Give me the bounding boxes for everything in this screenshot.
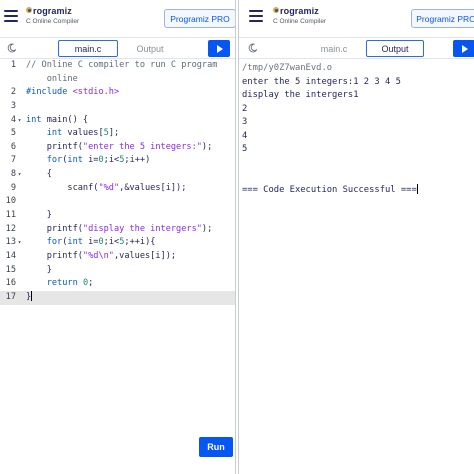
logo[interactable]: rogramiz C Online Compiler — [273, 6, 326, 25]
run-icon[interactable] — [453, 40, 474, 57]
brand-subtitle: C Online Compiler — [26, 18, 80, 25]
line-number: 11 — [5, 210, 16, 221]
output-line: === Code Execution Successful === — [242, 183, 418, 195]
code-line[interactable]: 11 } — [0, 209, 235, 223]
code-line[interactable]: 14 printf("%d\n",values[i]); — [0, 250, 235, 264]
tab-main-c[interactable]: main.c — [58, 40, 118, 57]
code-line[interactable]: 10 — [0, 195, 235, 209]
text-cursor — [31, 290, 33, 301]
code-line[interactable]: 15 } — [0, 264, 235, 278]
code-line[interactable]: 16 return 0; — [0, 277, 235, 291]
logo[interactable]: rogramiz C Online Compiler — [26, 6, 79, 25]
code-text: { — [26, 169, 52, 180]
line-number: 15 — [5, 264, 16, 275]
code-line[interactable]: 9 scanf("%d",&values[i]); — [0, 182, 235, 196]
line-number: 10 — [5, 196, 16, 207]
code-text: int values[5]; — [46, 128, 120, 139]
output-panel: rogramiz C Online Compiler Programiz PRO… — [238, 0, 474, 474]
line-number: 16 — [5, 278, 16, 289]
header: rogramiz C Online Compiler Programiz PRO — [0, 0, 235, 34]
line-number: 13 — [5, 237, 16, 248]
code-line[interactable]: 4 ▾ int main() { — [0, 114, 235, 128]
code-text: } — [26, 210, 52, 221]
code-text: printf("enter the 5 integers:"); — [26, 141, 213, 152]
output-line: 5 — [242, 144, 248, 154]
code-text: for(int i=0;i<5;++i){ — [46, 237, 156, 248]
output-line: enter the 5 integers:1 2 3 4 5 — [242, 76, 401, 87]
line-number: 17 — [5, 291, 16, 302]
fold-chevron-icon[interactable]: ▾ — [16, 236, 23, 250]
code-line[interactable]: 7 for(int i=0;i<5;i++) — [0, 154, 235, 168]
code-text: } — [26, 290, 33, 302]
line-number: 8 — [10, 169, 16, 180]
editor-toolbar: main.c Output — [0, 37, 235, 59]
line-number: 12 — [5, 223, 16, 234]
code-text: return 0; — [46, 278, 94, 289]
output-line: display the intergers1 — [242, 90, 359, 100]
output-line: /tmp/y0Z7wanEvd.o — [242, 63, 333, 73]
code-line[interactable]: 13 ▾ for(int i=0;i<5;++i){ — [0, 236, 235, 250]
line-number: 2 — [10, 87, 16, 98]
code-text: } — [26, 264, 52, 275]
code-text: printf("%d\n",values[i]); — [26, 250, 177, 261]
code-line[interactable]: online — [0, 73, 235, 87]
output-line: 4 — [242, 130, 248, 141]
code-text: for(int i=0;i<5;i++) — [46, 155, 151, 166]
code-line[interactable]: 12 printf("display the intergers"); — [0, 223, 235, 237]
output-toolbar: main.c Output — [239, 37, 474, 59]
output-line: 2 — [242, 103, 248, 114]
code-line[interactable]: 1 // Online C compiler to run C program — [0, 59, 235, 73]
line-number: 7 — [10, 155, 16, 166]
line-number: 6 — [10, 141, 16, 152]
code-editor[interactable]: 1 // Online C compiler to run C program o… — [0, 59, 235, 474]
menu-icon[interactable] — [249, 10, 263, 22]
code-line[interactable]: 6 printf("enter the 5 integers:"); — [0, 141, 235, 155]
tab-output[interactable]: Output — [122, 40, 178, 57]
programiz-pro-button[interactable]: Programiz PRO — [164, 9, 235, 28]
run-button[interactable]: Run — [199, 437, 233, 457]
programiz-logo-icon — [273, 7, 279, 15]
line-number: 5 — [10, 128, 16, 139]
line-number: 14 — [5, 250, 16, 261]
code-line[interactable]: 3 — [0, 100, 235, 114]
line-number: 3 — [10, 100, 16, 111]
line-number: 4 — [10, 114, 16, 125]
tab-main-c[interactable]: main.c — [305, 40, 363, 57]
code-line[interactable]: 17} — [0, 290, 235, 305]
menu-icon[interactable] — [4, 10, 18, 22]
output-console: /tmp/y0Z7wanEvd.o enter the 5 integers:1 … — [242, 62, 474, 197]
fold-chevron-icon[interactable]: ▾ — [16, 114, 23, 128]
brand-name: rogramiz — [33, 6, 72, 16]
programiz-logo-icon — [26, 7, 32, 15]
fold-chevron-icon[interactable]: ▾ — [16, 168, 23, 182]
code-text: // Online C compiler to run C program — [26, 60, 218, 70]
code-text: #include <stdio.h> — [26, 87, 120, 98]
dark-mode-icon[interactable] — [248, 43, 258, 53]
code-line[interactable]: 2 #include <stdio.h> — [0, 86, 235, 100]
line-number: 9 — [10, 182, 16, 193]
code-line[interactable]: 8 ▾ { — [0, 168, 235, 182]
header: rogramiz C Online Compiler Programiz PRO — [239, 0, 474, 34]
code-text: scanf("%d",&values[i]); — [26, 182, 187, 193]
code-text: int main() { — [26, 114, 89, 125]
output-line: 3 — [242, 117, 248, 127]
line-number: 1 — [10, 60, 16, 70]
dark-mode-icon[interactable] — [7, 43, 17, 53]
tab-output[interactable]: Output — [366, 40, 424, 57]
programiz-pro-button[interactable]: Programiz PRO — [411, 9, 474, 28]
code-line[interactable]: 5 int values[5]; — [0, 127, 235, 141]
code-text: printf("display the intergers"); — [26, 223, 213, 234]
code-text: online — [26, 73, 78, 84]
run-icon[interactable] — [208, 40, 230, 57]
brand-name: rogramiz — [280, 6, 319, 16]
output-cursor — [416, 183, 418, 194]
editor-panel: rogramiz C Online Compiler Programiz PRO… — [0, 0, 236, 474]
brand-subtitle: C Online Compiler — [273, 18, 327, 25]
